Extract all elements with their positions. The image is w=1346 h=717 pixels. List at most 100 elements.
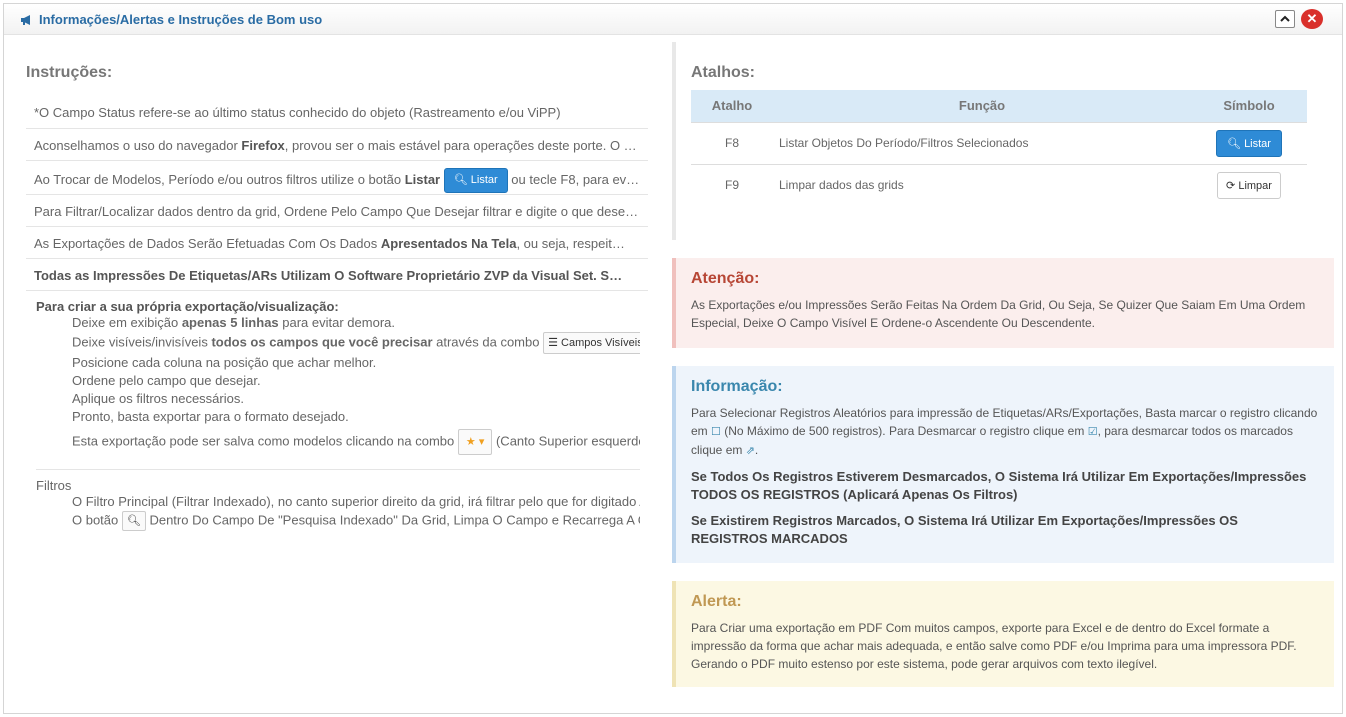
instruction-bold: Firefox <box>241 138 285 153</box>
instruction-bold: Listar <box>404 171 441 187</box>
instruction-row: Aconselhamos o uso do navegador Firefox,… <box>26 128 648 160</box>
shortcut-func: Listar Objetos Do Período/Filtros Seleci… <box>773 121 1191 164</box>
step-text: Deixe em exibição <box>72 315 182 330</box>
shortcuts-section: Atalhos: Atalho Função Símbolo F8 Listar… <box>672 42 1334 240</box>
search-button[interactable]: 🔍︎ <box>121 511 146 531</box>
instructions-section: Instruções: *O Campo Status refere-se ao… <box>26 40 648 700</box>
attention-text: As Exportações e/ou Impressões Serão Fei… <box>691 298 1306 330</box>
instruction-text: Aconselhamos o uso do navegador <box>34 138 242 153</box>
filters-section: Filtros O Filtro Principal (Filtrar Inde… <box>26 470 648 531</box>
listar-label: Listar <box>470 174 498 186</box>
step-text: para evitar demora. <box>278 315 395 330</box>
panel-header: Informações/Alertas e Instruções de Bom … <box>4 4 1342 35</box>
combo-label: Campos Visíveis <box>561 337 640 349</box>
shortcut-key: F9 <box>691 163 773 206</box>
warning-title: Alerta: <box>691 593 742 610</box>
step-text: Esta exportação pode ser salva como mode… <box>72 433 458 449</box>
list-item: Deixe visíveis/invisíveis todos os campo… <box>72 332 640 354</box>
search-icon: 🔍︎ <box>453 174 468 186</box>
table-header-row: Atalho Função Símbolo <box>691 90 1307 122</box>
models-combo[interactable]: ★ ▾ <box>457 429 493 455</box>
chevron-up-icon <box>1280 15 1290 22</box>
shortcuts-table: Atalho Função Símbolo F8 Listar Objetos … <box>691 90 1307 206</box>
table-row: F9 Limpar dados das grids ⟳ Limpar <box>691 163 1307 206</box>
info-strong-text: Se Todos Os Registros Estiverem Desmarca… <box>691 469 1307 502</box>
filter-text: O botão <box>72 512 122 528</box>
shortcut-func: Limpar dados das grids <box>773 163 1191 206</box>
instruction-row: Todas as Impressões De Etiquetas/ARs Uti… <box>26 258 648 290</box>
shortcut-key: F8 <box>691 121 773 164</box>
instruction-text: Ao Trocar de Modelos, Período e/ou outro… <box>34 171 405 187</box>
step-text: através da combo <box>432 334 544 350</box>
list-icon: ☰ <box>548 337 558 349</box>
search-icon: 🔍︎ <box>126 515 141 527</box>
info-text-part: . <box>754 443 759 457</box>
star-icon: ★ <box>465 436 476 448</box>
panel-title: Informações/Alertas e Instruções de Bom … <box>20 12 322 27</box>
refresh-icon: ⟳ <box>1226 179 1236 192</box>
attention-title: Atenção: <box>691 270 760 287</box>
share-icon: ⇗ <box>745 445 755 457</box>
list-item: O botão 🔍︎ Dentro Do Campo De "Pesquisa … <box>72 511 640 531</box>
instruction-row: As Exportações de Dados Serão Efetuadas … <box>26 226 648 258</box>
filters-title: Filtros <box>36 478 72 493</box>
campos-visiveis-combo[interactable]: ☰ Campos Visíveis ▾ <box>543 332 640 354</box>
search-icon: 🔍︎ <box>1227 137 1241 150</box>
step-text: (Canto Superior esquerdo <box>492 433 640 449</box>
list-item: Deixe em exibição apenas 5 linhas para e… <box>72 314 640 332</box>
table-header: Função <box>773 90 1191 122</box>
list-item: Esta exportação pode ser salva como mode… <box>72 429 640 455</box>
square-icon: ☐ <box>711 426 721 438</box>
instruction-text: *O Campo Status refere-se ao último stat… <box>34 105 561 120</box>
shortcut-symbol: ⟳ Limpar <box>1191 163 1307 206</box>
filters-list: O Filtro Principal (Filtrar Indexado), n… <box>72 493 640 531</box>
close-icon: ✕ <box>1306 11 1318 26</box>
instruction-bold: Todas as Impressões De Etiquetas/ARs Uti… <box>34 268 623 283</box>
info-alert: Informação: Para Selecionar Registros Al… <box>672 366 1334 563</box>
info-text-part: (No Máximo de 500 registros). Para Desma… <box>720 424 1088 438</box>
warning-alert: Alerta: Para Criar uma exportação em PDF… <box>672 581 1334 687</box>
step-bold: apenas 5 linhas <box>181 315 279 330</box>
check-square-icon: ☑ <box>1087 426 1098 438</box>
table-header: Símbolo <box>1191 90 1307 122</box>
megaphone-icon <box>21 14 30 25</box>
caret-down-icon: ▾ <box>478 436 485 448</box>
instruction-text: ou tecle F8, para ev… <box>507 171 640 187</box>
list-item: Posicione cada coluna na posição que ach… <box>72 354 640 372</box>
shortcut-symbol: 🔍︎ Listar <box>1191 121 1307 164</box>
listar-label: Listar <box>1244 137 1271 150</box>
instruction-row: *O Campo Status refere-se ao último stat… <box>26 96 648 128</box>
instructions-title: Instruções: <box>26 64 113 81</box>
shortcuts-title: Atalhos: <box>691 64 755 81</box>
collapse-button[interactable] <box>1275 10 1295 28</box>
instruction-text: , provou ser o mais estável para operaçõ… <box>284 138 637 153</box>
table-row: F8 Listar Objetos Do Período/Filtros Sel… <box>691 121 1307 164</box>
info-text: Para Selecionar Registros Aleatórios par… <box>691 404 1318 460</box>
export-title: Para criar a sua própria exportação/visu… <box>36 299 339 314</box>
warning-text: Para Criar uma exportação em PDF Com mui… <box>691 621 1297 671</box>
info-strong-text: Se Existirem Registros Marcados, O Siste… <box>691 513 1238 546</box>
filter-text: Dentro Do Campo De "Pesquisa Indexado" D… <box>145 512 640 528</box>
list-item: Pronto, basta exportar para o formato de… <box>72 408 640 426</box>
limpar-button[interactable]: ⟳ Limpar <box>1217 171 1281 199</box>
panel-title-text: Informações/Alertas e Instruções de Bom … <box>39 12 323 27</box>
instruction-text: , ou seja, respeit… <box>516 236 625 251</box>
attention-alert: Atenção: As Exportações e/ou Impressões … <box>672 258 1334 348</box>
export-steps: Para criar a sua própria exportação/visu… <box>26 290 648 470</box>
list-item: O Filtro Principal (Filtrar Indexado), n… <box>72 493 640 511</box>
table-header: Atalho <box>691 90 773 122</box>
instruction-text: As Exportações de Dados Serão Efetuadas … <box>34 236 381 251</box>
step-bold: todos os campos que você precisar <box>211 334 433 350</box>
info-title: Informação: <box>691 378 783 395</box>
listar-button[interactable]: 🔍︎ Listar <box>443 168 508 193</box>
close-button[interactable]: ✕ <box>1301 9 1323 29</box>
instruction-bold: Apresentados Na Tela <box>380 236 517 251</box>
limpar-label: Limpar <box>1238 179 1272 192</box>
list-item: Aplique os filtros necessários. <box>72 390 640 408</box>
list-item: Ordene pelo campo que desejar. <box>72 372 640 390</box>
instruction-row: Ao Trocar de Modelos, Período e/ou outro… <box>26 160 648 194</box>
export-steps-list: Deixe em exibição apenas 5 linhas para e… <box>72 314 640 455</box>
instruction-text: Para Filtrar/Localizar dados dentro da g… <box>34 204 639 219</box>
step-text: Deixe visíveis/invisíveis <box>72 334 212 350</box>
listar-button[interactable]: 🔍︎ Listar <box>1216 129 1282 157</box>
